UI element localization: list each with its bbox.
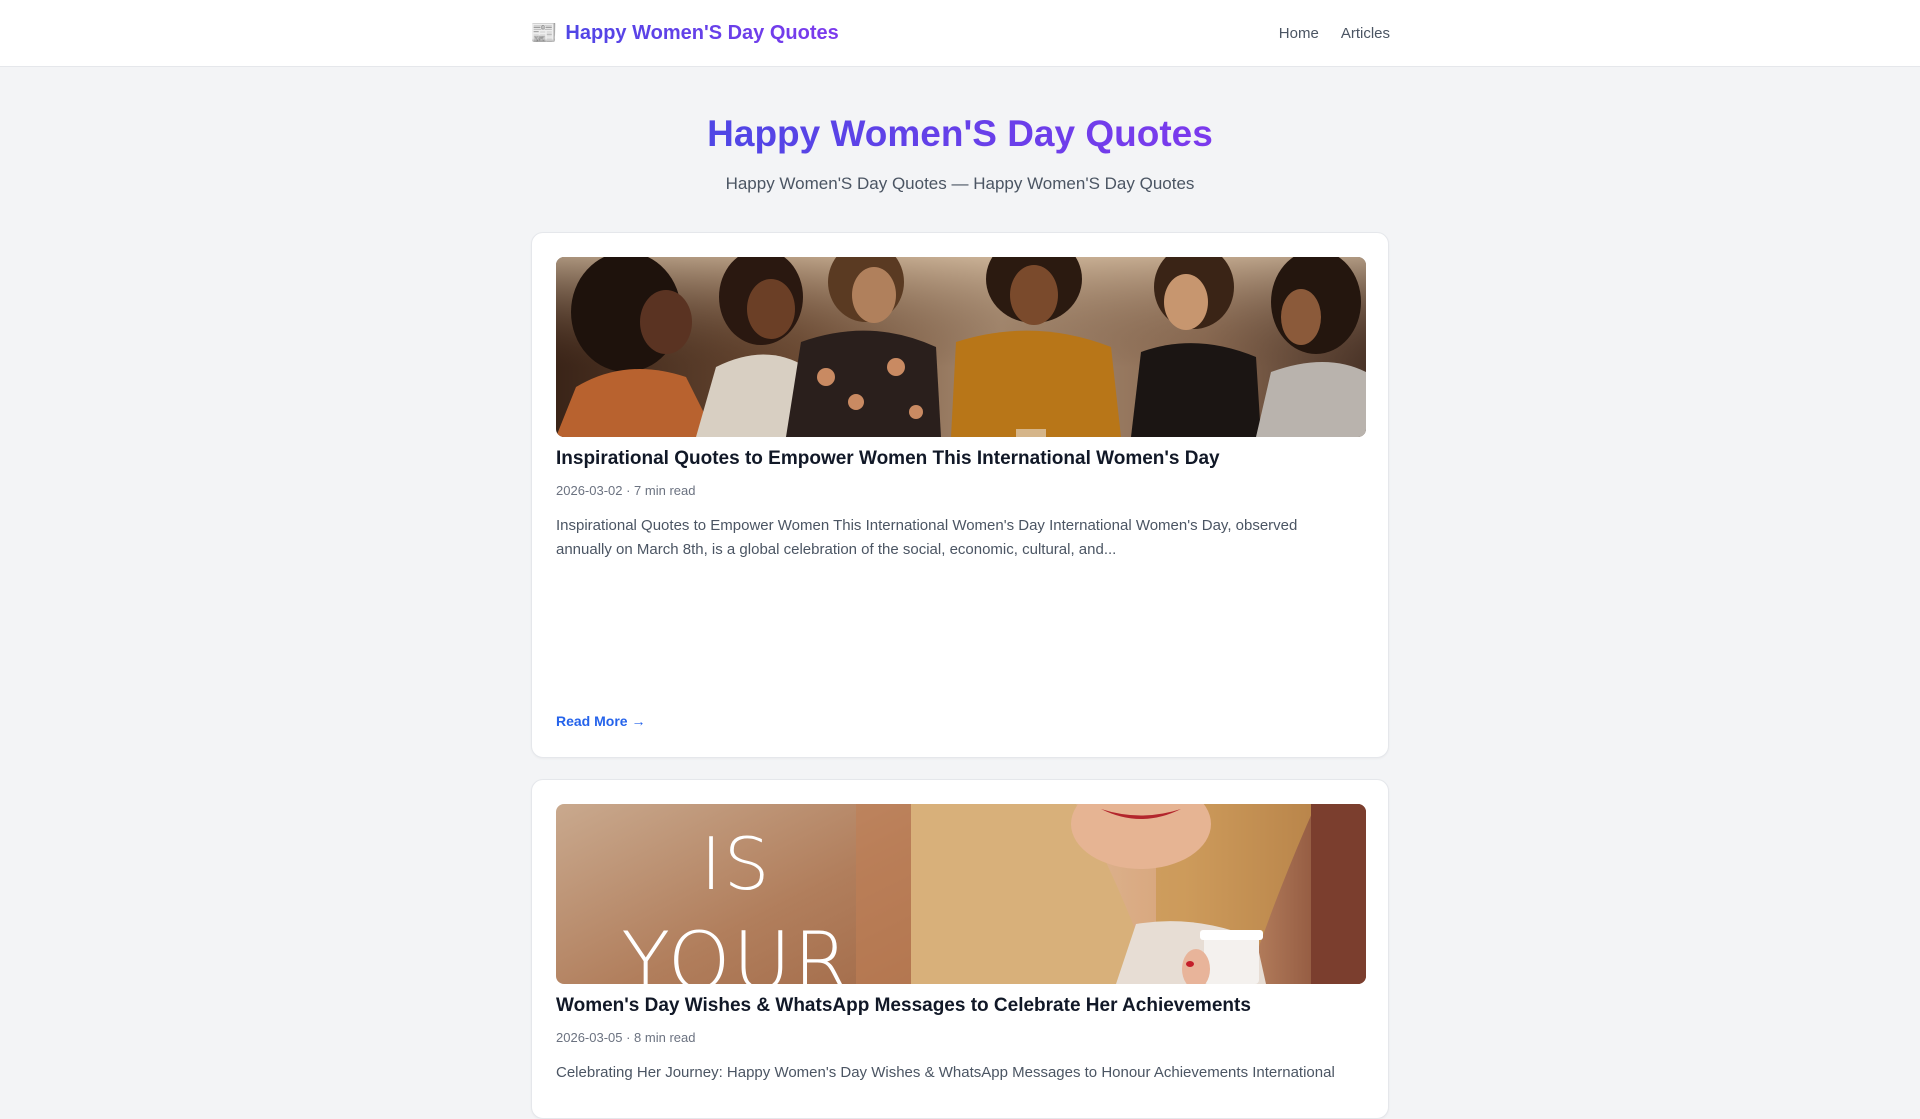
read-more-link[interactable]: Read More → (556, 713, 645, 729)
article-image[interactable] (556, 257, 1366, 437)
header-inner: 📰 Happy Women'S Day Quotes Home Articles (530, 0, 1390, 66)
brand-title: Happy Women'S Day Quotes (565, 21, 839, 44)
article-meta: 2026-03-02 · 7 min read (556, 483, 696, 498)
article-image-women-group (556, 257, 1366, 437)
nav-articles-link[interactable]: Articles (1341, 25, 1390, 42)
brand-link[interactable]: 📰 Happy Women'S Day Quotes (530, 22, 839, 45)
site-header: 📰 Happy Women'S Day Quotes Home Articles (0, 0, 1920, 67)
image-overlay-word-2: YOUR (621, 915, 851, 984)
newspaper-icon: 📰 (530, 20, 558, 45)
article-title[interactable]: Inspirational Quotes to Empower Women Th… (556, 448, 1366, 470)
page-subtitle: Happy Women'S Day Quotes — Happy Women'S… (725, 174, 1195, 193)
page-title: Happy Women'S Day Quotes (0, 113, 1920, 155)
article-image-smiling-woman: IS YOUR (556, 804, 1366, 984)
image-overlay-word-1: IS (701, 822, 772, 906)
main-nav: Home Articles (1279, 25, 1390, 42)
article-meta: 2026-03-05 · 8 min read (556, 1030, 696, 1045)
article-excerpt: Inspirational Quotes to Empower Women Th… (556, 517, 1298, 558)
article-excerpt: Celebrating Her Journey: Happy Women's D… (556, 1064, 1335, 1081)
article-image[interactable]: IS YOUR (556, 804, 1366, 984)
nav-home-link[interactable]: Home (1279, 25, 1319, 42)
article-title[interactable]: Women's Day Wishes & WhatsApp Messages t… (556, 995, 1366, 1017)
page-title-text: Happy Women'S Day Quotes (707, 113, 1213, 154)
article-card: IS YOUR Women's Day Wishes & WhatsApp Me… (531, 779, 1389, 1119)
article-card: Inspirational Quotes to Empower Women Th… (531, 232, 1389, 758)
